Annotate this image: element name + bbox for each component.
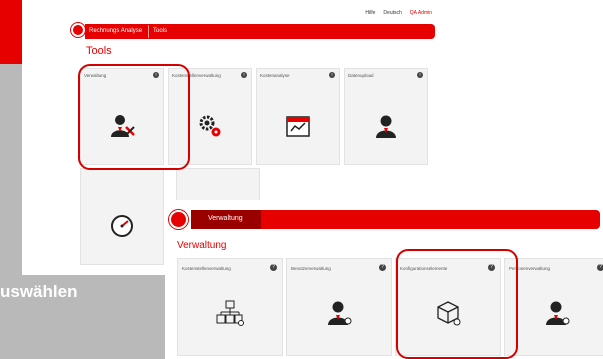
user-link[interactable]: QA Admin: [410, 10, 432, 16]
help-link[interactable]: Hilfe: [365, 10, 375, 16]
breadcrumb: Verwaltung: [191, 210, 600, 229]
language-link[interactable]: Deutsch: [383, 10, 401, 16]
breadcrumb-separator: [148, 25, 149, 38]
user-gear-icon: [328, 301, 352, 325]
tile-kostenstellenverwaltung[interactable]: Kostenstellenverwaltung ?: [177, 258, 283, 356]
person-icon: [376, 115, 396, 138]
highlight-verwaltung: [78, 64, 190, 170]
tutorial-screenshot: Hilfe Deutsch QA Admin Rechnungs Analyse…: [0, 0, 603, 359]
tile-personenverwaltung[interactable]: Personenverwaltung ?: [504, 258, 603, 356]
tile-datenupload[interactable]: Datenupload ?: [344, 68, 428, 165]
tile-benutzerverwaltung[interactable]: Benutzerverwaltung ?: [286, 258, 392, 356]
page-title: Tools: [86, 45, 112, 57]
tile-kostenanalyse[interactable]: Kostenanalyse ?: [256, 68, 340, 165]
gears-icon: [199, 115, 221, 137]
help-icon[interactable]: ?: [379, 264, 386, 271]
vodafone-logo-icon: [71, 23, 85, 37]
breadcrumb-tools[interactable]: Tools: [153, 28, 167, 34]
calendar-chart-icon: [286, 116, 310, 137]
help-icon[interactable]: ?: [417, 72, 423, 78]
tile-label: Benutzerverwaltung: [291, 266, 331, 271]
tile-label: Kostenstellenverwaltung: [182, 266, 231, 271]
breadcrumb-rechnungs-analyse[interactable]: Rechnungs Analyse: [89, 28, 142, 34]
person-gear-icon: [546, 301, 570, 325]
highlight-konfigurationselemente: [396, 249, 518, 359]
speedometer-icon: [111, 215, 133, 237]
tile-row2-1[interactable]: [80, 168, 164, 265]
top-links: Hilfe Deutsch QA Admin: [365, 10, 432, 16]
tile-label: Datenupload: [348, 73, 374, 78]
breadcrumb: Rechnungs Analyse Tools: [85, 24, 435, 39]
breadcrumb-verwaltung[interactable]: Verwaltung: [191, 210, 261, 229]
verwaltung-screen: Verwaltung Verwaltung Kostenstellenverwa…: [165, 200, 603, 359]
org-chart-icon: [216, 300, 244, 326]
help-icon[interactable]: ?: [597, 264, 603, 271]
help-icon[interactable]: ?: [270, 264, 277, 271]
tile-label: Kostenanalyse: [260, 73, 290, 78]
overlay-caption: uswählen: [0, 282, 78, 301]
help-icon[interactable]: ?: [329, 72, 335, 78]
help-icon[interactable]: ?: [241, 72, 247, 78]
page-title: Verwaltung: [177, 240, 227, 251]
breadcrumb-label: Verwaltung: [208, 215, 243, 222]
vodafone-logo-icon: [169, 210, 188, 229]
